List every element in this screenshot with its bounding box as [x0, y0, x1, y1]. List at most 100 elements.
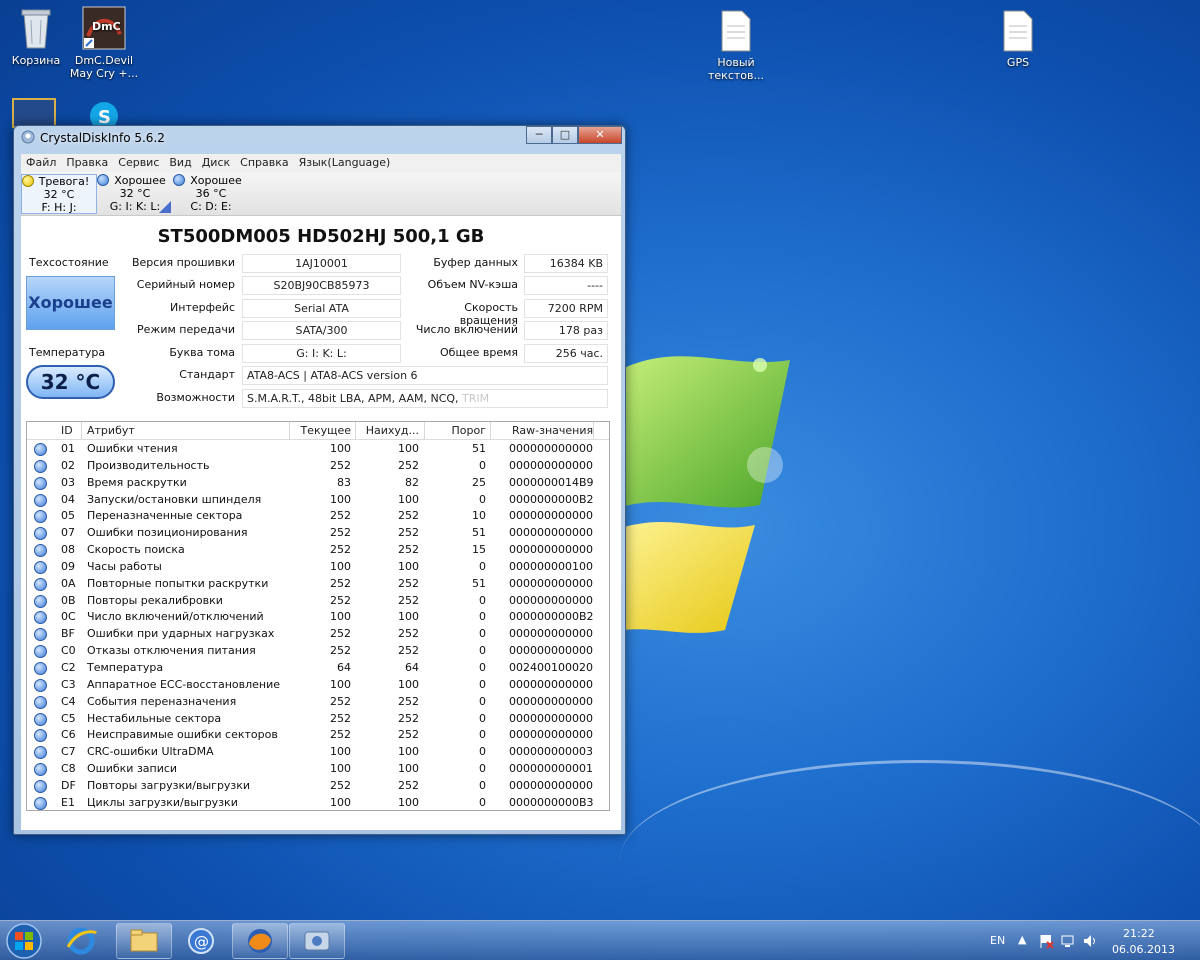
cell-worst: 100 — [398, 762, 419, 776]
health-status-button[interactable]: Хорошее — [26, 276, 115, 330]
table-row[interactable]: 0A Повторные попытки раскрутки 252 252 51 000… — [27, 575, 609, 592]
table-row[interactable]: 09 Часы работы 100 100 0 000000000100 — [27, 558, 609, 575]
skype-icon[interactable]: S — [82, 98, 126, 128]
table-row[interactable]: BF Ошибки при ударных нагрузках 252 252 0 000… — [27, 625, 609, 642]
desktop-icon-new-text[interactable]: Новый текстов... — [700, 10, 772, 82]
cell-threshold: 0 — [479, 660, 486, 674]
show-hidden-icons-icon[interactable]: ▲ — [1018, 933, 1026, 946]
cell-id: E1 — [61, 795, 75, 809]
clock-time[interactable]: 21:22 — [1123, 927, 1155, 940]
menu-language[interactable]: Язык(Language) — [294, 154, 396, 169]
cell-id: 0A — [61, 576, 76, 590]
column-header-id[interactable]: ID — [61, 424, 73, 437]
table-row[interactable]: C5 Нестабильные сектора 252 252 0 00000000000… — [27, 710, 609, 727]
column-header-attribute[interactable]: Атрибут — [87, 424, 135, 437]
desktop-icon-gps[interactable]: GPS — [982, 10, 1054, 69]
table-row[interactable]: 0C Число включений/отключений 100 100 0 00000… — [27, 608, 609, 625]
table-row[interactable]: C7 CRC-ошибки UltraDMA 100 100 0 000000000003 — [27, 743, 609, 760]
attribute-status-icon — [34, 594, 47, 608]
cell-id: 07 — [61, 526, 75, 540]
table-row[interactable]: 0B Повторы рекалибровки 252 252 0 00000000000… — [27, 592, 609, 609]
table-row[interactable]: C0 Отказы отключения питания 252 252 0 000000… — [27, 642, 609, 659]
maximize-button[interactable]: □ — [552, 126, 578, 144]
transfer-label: Режим передачи — [137, 323, 235, 336]
smart-attributes-table[interactable]: ID Атрибут Текущее Наихуд... Порог Raw-з… — [26, 421, 610, 811]
attribute-status-icon — [34, 645, 47, 659]
table-row[interactable]: DF Повторы загрузки/выгрузки 252 252 0 000000… — [27, 777, 609, 794]
close-button[interactable]: ✕ — [578, 126, 622, 144]
cell-worst: 252 — [398, 694, 419, 708]
table-row[interactable]: C3 Аппаратное ECC-восстановление 100 100 0 00… — [27, 676, 609, 693]
cell-threshold: 0 — [479, 762, 486, 776]
minimize-button[interactable]: ─ — [526, 126, 552, 144]
cell-attribute: Повторы рекалибровки — [87, 593, 223, 607]
table-row[interactable]: C6 Неисправимые ошибки секторов 252 252 0 000… — [27, 726, 609, 743]
table-row[interactable]: E1 Циклы загрузки/выгрузки 100 100 0 00000000… — [27, 794, 609, 810]
internet-explorer-icon[interactable] — [64, 925, 98, 957]
table-row[interactable]: C2 Температура 64 64 0 002400100020 — [27, 659, 609, 676]
cell-attribute: Аппаратное ECC-восстановление — [87, 677, 281, 691]
cell-id: BF — [61, 627, 75, 641]
temperature-label: Температура — [29, 346, 106, 359]
column-header-worst[interactable]: Наихуд... — [355, 424, 419, 437]
title-bar[interactable]: CrystalDiskInfo 5.6.2 ─ □ ✕ — [14, 126, 625, 150]
table-row[interactable]: 03 Время раскрутки 83 82 25 0000000014B9 — [27, 474, 609, 491]
disk-temp: 32 °C — [119, 187, 151, 200]
column-header-threshold[interactable]: Порог — [424, 424, 487, 437]
cell-raw: 0000000000B2 — [509, 610, 594, 624]
menu-service[interactable]: Сервис — [113, 154, 164, 169]
menu-disk[interactable]: Диск — [197, 154, 235, 169]
cell-raw: 000000000000 — [509, 526, 593, 540]
cell-raw: 000000000000 — [509, 627, 593, 641]
hours-label: Общее время — [440, 346, 518, 359]
action-center-flag-icon[interactable] — [1038, 933, 1054, 949]
table-header: ID Атрибут Текущее Наихуд... Порог Raw-з… — [27, 422, 609, 440]
maximize-icon: □ — [559, 128, 571, 141]
menu-file[interactable]: Файл — [21, 154, 61, 169]
disk-tab-3[interactable]: Хорошее 36 °C C: D: E: — [173, 174, 249, 214]
temperature-indicator[interactable]: 32 °C — [26, 365, 115, 399]
standard-value: ATA8-ACS | ATA8-ACS version 6 — [242, 366, 608, 385]
table-row[interactable]: 02 Производительность 252 252 0 000000000000 — [27, 457, 609, 474]
menu-help[interactable]: Справка — [235, 154, 293, 169]
text-file-icon — [1003, 10, 1033, 52]
cell-id: C2 — [61, 660, 76, 674]
cell-worst: 252 — [398, 711, 419, 725]
taskbar-explorer[interactable] — [116, 923, 172, 959]
table-row[interactable]: 01 Ошибки чтения 100 100 51 000000000000 — [27, 440, 609, 457]
cell-id: C6 — [61, 728, 76, 742]
cell-attribute: Отказы отключения питания — [87, 644, 256, 658]
features-dim-text: TRIM — [462, 392, 490, 405]
column-header-raw[interactable]: Raw-значения — [512, 424, 593, 437]
recycle-bin-icon — [21, 9, 51, 49]
table-row[interactable]: 05 Переназначенные сектора 252 252 10 0000000… — [27, 507, 609, 524]
clock-date[interactable]: 06.06.2013 — [1112, 943, 1175, 956]
table-row[interactable]: 04 Запуски/остановки шпинделя 100 100 0 00000… — [27, 491, 609, 508]
table-row[interactable]: 08 Скорость поиска 252 252 15 000000000000 — [27, 541, 609, 558]
cell-threshold: 0 — [479, 711, 486, 725]
cell-id: C7 — [61, 745, 76, 759]
desktop-icon-dmc[interactable]: DmC DmC.Devil May Cry +... — [68, 6, 140, 80]
table-row[interactable]: C8 Ошибки записи 100 100 0 000000000001 — [27, 760, 609, 777]
disk-status: Хорошее — [114, 174, 166, 187]
desktop-icon-recycle-bin[interactable]: Корзина — [0, 8, 72, 67]
column-header-current[interactable]: Текущее — [289, 424, 351, 437]
table-row[interactable]: C4 События переназначения 252 252 0 000000000… — [27, 693, 609, 710]
email-client-icon[interactable]: @ — [184, 925, 218, 957]
disk-tab-1[interactable]: Тревога! 32 °C F: H: J: — [21, 174, 97, 214]
transfer-value: SATA/300 — [242, 321, 401, 340]
start-button[interactable] — [2, 921, 48, 960]
cell-current: 252 — [330, 509, 351, 523]
cell-worst: 252 — [398, 627, 419, 641]
menu-view[interactable]: Вид — [164, 154, 196, 169]
menu-edit[interactable]: Правка — [61, 154, 113, 169]
taskbar-firefox[interactable] — [232, 923, 288, 959]
language-indicator[interactable]: EN — [990, 934, 1005, 947]
network-icon[interactable] — [1060, 933, 1076, 949]
disk-tab-2[interactable]: Хорошее 32 °C G: I: K: L: — [97, 174, 173, 214]
hours-value: 256 час. — [524, 344, 608, 363]
taskbar-crystaldiskinfo[interactable] — [289, 923, 345, 959]
table-row[interactable]: 07 Ошибки позиционирования 252 252 51 0000000… — [27, 524, 609, 541]
partial-desktop-icon[interactable] — [12, 98, 56, 128]
volume-icon[interactable] — [1082, 933, 1098, 949]
